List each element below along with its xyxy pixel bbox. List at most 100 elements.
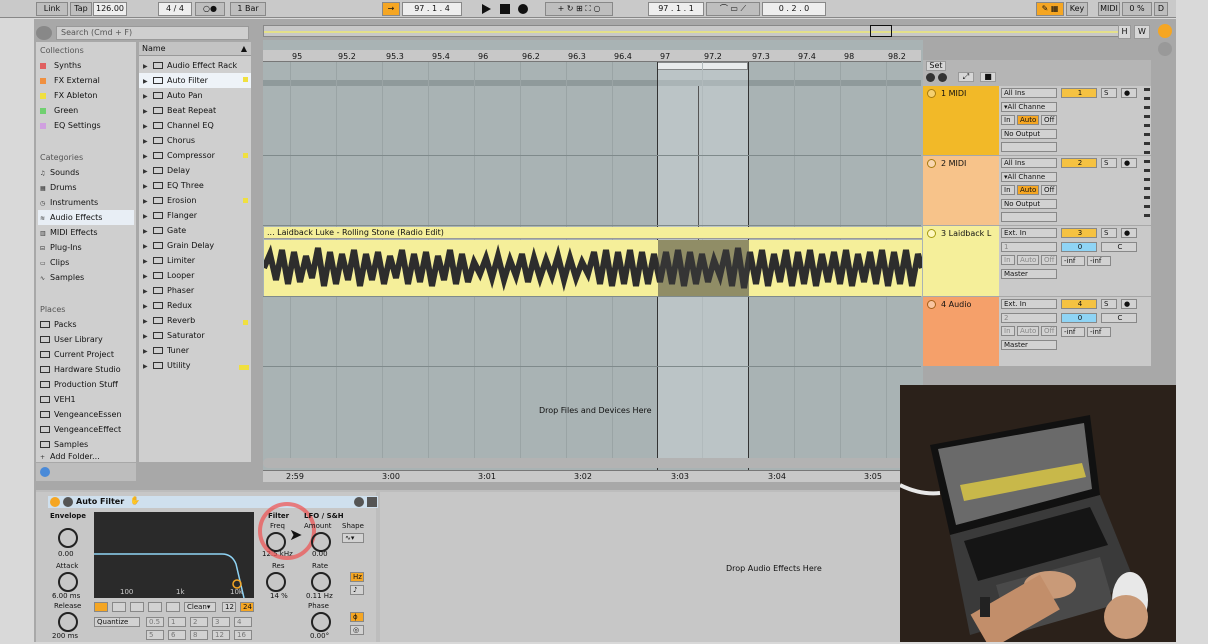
monitor-in[interactable]: In (1001, 185, 1015, 195)
filter-notch-icon[interactable] (148, 602, 162, 612)
list-item[interactable]: ▶ Delay (143, 163, 190, 178)
forward-icon[interactable] (938, 73, 947, 82)
quantize-value[interactable]: 5 (146, 630, 164, 640)
phase-knob[interactable] (311, 612, 331, 632)
place-current-project[interactable]: Current Project (40, 347, 114, 362)
solo-button[interactable]: S (1101, 88, 1117, 98)
midi-map-button[interactable]: MIDI (1098, 2, 1120, 16)
fold-icon[interactable] (927, 229, 936, 238)
loop-start-field[interactable]: 97 . 1 . 1 (648, 2, 704, 16)
audio-clip[interactable] (261, 240, 925, 296)
quantize-value[interactable]: 2 (190, 617, 208, 627)
monitor-in[interactable]: In (1001, 255, 1015, 265)
track-header-4[interactable]: 4 Audio (923, 297, 999, 366)
list-item[interactable]: ▶ Redux (143, 298, 192, 313)
quantize-value[interactable]: 6 (168, 630, 186, 640)
envelope-knob[interactable] (58, 528, 78, 548)
input-channel-select[interactable]: 2 (1001, 313, 1057, 323)
arm-button[interactable]: ● (1121, 158, 1137, 168)
position-field[interactable]: 97 . 1 . 4 (402, 2, 462, 16)
list-item[interactable]: ▶ Flanger (143, 208, 197, 223)
list-item[interactable]: ▶ Compressor (143, 148, 215, 163)
audio-clip-header[interactable]: ... Laidback Luke - Rolling Stone (Radio… (264, 227, 922, 239)
preset-icon[interactable] (354, 497, 364, 507)
info-icon[interactable] (40, 467, 50, 477)
list-item-selected[interactable]: ▶ Auto Filter (139, 73, 251, 88)
quantize-toggle[interactable]: Quantize (94, 617, 140, 627)
list-item[interactable]: ▶ Phaser (143, 283, 194, 298)
metronome-icon[interactable]: ○● (195, 2, 225, 16)
name-column-header[interactable]: Name ▲ (139, 42, 251, 56)
quantize-value[interactable]: 0.5 (146, 617, 164, 627)
monitor-off[interactable]: Off (1041, 326, 1057, 336)
loop-length-field[interactable]: 0 . 2 . 0 (762, 2, 826, 16)
shape-select[interactable]: ∿▾ (342, 533, 364, 543)
fold-icon[interactable] (927, 300, 936, 309)
fold-icon[interactable] (927, 159, 936, 168)
category-instruments[interactable]: ◷ Instruments (40, 195, 98, 210)
device-fold-icon[interactable] (63, 497, 73, 507)
output-channel[interactable] (1001, 212, 1057, 222)
song-overview[interactable] (263, 25, 1123, 37)
collection-synths[interactable]: Synths (40, 58, 81, 73)
key-map-button[interactable]: Key (1066, 2, 1088, 16)
category-drums[interactable]: ▦ Drums (40, 180, 76, 195)
list-item[interactable]: ▶ Erosion (143, 193, 196, 208)
place-hardware-studio[interactable]: Hardware Studio (40, 362, 121, 377)
rate-sync-icon[interactable]: ♪ (350, 585, 364, 595)
filter-morph-icon[interactable] (166, 602, 180, 612)
track-header-3[interactable]: 3 Laidback L (923, 226, 999, 296)
input-type-select[interactable]: Ext. In (1001, 299, 1057, 309)
category-sounds[interactable]: ♫ Sounds (40, 165, 79, 180)
play-icon[interactable] (482, 4, 491, 14)
spin-mode-icon[interactable]: ◎ (350, 625, 364, 635)
track-header-1[interactable]: 1 MIDI (923, 86, 999, 155)
track-resize-grip[interactable] (1144, 88, 1150, 218)
quantize-value[interactable]: 3 (212, 617, 230, 627)
volume-field[interactable]: 0 (1061, 242, 1097, 252)
beat-ruler[interactable] (263, 50, 921, 62)
list-item[interactable]: ▶ Limiter (143, 253, 195, 268)
time-signature[interactable]: 4 / 4 (158, 2, 192, 16)
place-add-folder[interactable]: + Add Folder... (40, 452, 100, 462)
overdub-icons[interactable]: + ↻ ⊞ ⛶ ○ (545, 2, 613, 16)
input-channel-select[interactable]: ▾All Channe (1001, 102, 1057, 112)
category-samples[interactable]: ∿ Samples (40, 270, 84, 285)
place-veh1[interactable]: VEH1 (40, 392, 76, 407)
list-item[interactable]: ▶ Gate (143, 223, 186, 238)
quantize-value[interactable]: 1 (168, 617, 186, 627)
set-button[interactable]: Set (926, 61, 946, 71)
slope-24-button[interactable]: 24 (240, 602, 254, 612)
output-select[interactable]: No Output (1001, 129, 1057, 139)
arm-button[interactable]: ● (1121, 88, 1137, 98)
list-item[interactable]: ▶ Tuner (143, 343, 189, 358)
time-ruler[interactable] (263, 470, 923, 482)
monitor-auto[interactable]: Auto (1017, 115, 1039, 125)
volume-field[interactable]: 0 (1061, 313, 1097, 323)
arrangement-w-button[interactable]: W (1134, 25, 1150, 39)
release-knob[interactable] (58, 612, 78, 632)
list-item[interactable]: ▶ Reverb (143, 313, 195, 328)
monitor-in[interactable]: In (1001, 115, 1015, 125)
list-item[interactable]: ▶ Channel EQ (143, 118, 214, 133)
solo-button[interactable]: S (1101, 299, 1117, 309)
device-on-icon[interactable] (50, 497, 60, 507)
filter-bandpass-icon[interactable] (130, 602, 144, 612)
solo-button[interactable]: S (1101, 158, 1117, 168)
tap-button[interactable]: Tap (70, 2, 92, 16)
output-select[interactable]: Master (1001, 269, 1057, 279)
input-channel-select[interactable]: ▾All Channe (1001, 172, 1057, 182)
monitor-auto[interactable]: Auto (1017, 185, 1039, 195)
collection-fx-external[interactable]: FX External (40, 73, 100, 88)
pan-field[interactable]: C (1101, 313, 1137, 323)
place-user-library[interactable]: User Library (40, 332, 103, 347)
arm-button[interactable]: ● (1121, 228, 1137, 238)
stop-icon[interactable] (500, 4, 510, 14)
pan-field[interactable]: C (1101, 242, 1137, 252)
track-name[interactable]: 3 Laidback L (941, 229, 991, 238)
track-activator[interactable]: 1 (1061, 88, 1097, 98)
solo-button[interactable]: S (1101, 228, 1117, 238)
quantize-menu[interactable]: 1 Bar (230, 2, 266, 16)
track-activator[interactable]: 2 (1061, 158, 1097, 168)
category-audio-effects[interactable]: ≋ Audio Effects (38, 210, 134, 225)
